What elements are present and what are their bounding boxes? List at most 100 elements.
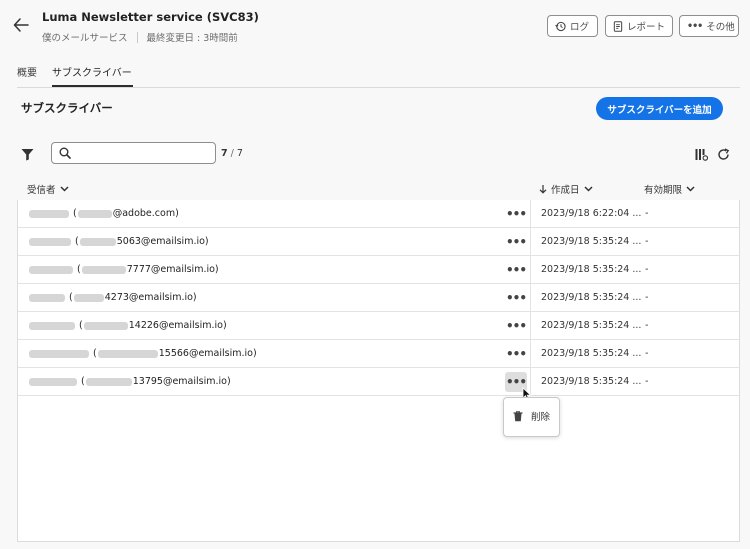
column-settings-button[interactable] bbox=[695, 146, 709, 161]
cell-divider bbox=[530, 284, 531, 312]
row-actions-button[interactable]: ••• bbox=[505, 260, 527, 280]
redacted-name bbox=[29, 321, 75, 330]
log-button-label: ログ bbox=[570, 22, 590, 33]
expiry-date: - bbox=[645, 376, 649, 387]
created-date: 2023/9/18 5:35:24 ... bbox=[541, 348, 642, 359]
history-icon bbox=[555, 21, 566, 31]
recipient-cell: (7777@emailsim.io) bbox=[28, 264, 219, 275]
count-separator: / bbox=[230, 148, 234, 159]
service-meta: 僕のメールサービス 最終変更日 : 3時間前 bbox=[42, 30, 238, 44]
created-date: 2023/9/18 5:35:24 ... bbox=[541, 236, 642, 247]
recipient-cell: (4273@emailsim.io) bbox=[28, 292, 197, 303]
table-row[interactable]: (@adobe.com) ••• 2023/9/18 6:22:04 ... - bbox=[18, 200, 739, 228]
arrow-left-icon bbox=[13, 18, 29, 32]
search-field[interactable] bbox=[51, 142, 216, 164]
delete-label: 削除 bbox=[531, 412, 551, 423]
active-tab-indicator bbox=[52, 85, 133, 87]
refresh-button[interactable] bbox=[717, 146, 731, 160]
table-row[interactable]: (14226@emailsim.io) ••• 2023/9/18 5:35:2… bbox=[18, 312, 739, 340]
redacted-email-prefix bbox=[85, 377, 132, 386]
expiry-date: - bbox=[645, 348, 649, 359]
expiry-date: - bbox=[645, 264, 649, 275]
redacted-name bbox=[29, 293, 65, 302]
table-row[interactable]: (5063@emailsim.io) ••• 2023/9/18 5:35:24… bbox=[18, 228, 739, 256]
refresh-icon bbox=[718, 148, 730, 160]
column-header-created-label: 作成日 bbox=[551, 185, 580, 196]
ellipsis-icon: ••• bbox=[505, 235, 527, 249]
divider bbox=[136, 31, 138, 43]
column-header-created[interactable]: 作成日 bbox=[539, 182, 593, 196]
add-subscriber-button[interactable]: サブスクライバーを追加 bbox=[596, 97, 723, 120]
row-actions-button[interactable]: ••• bbox=[505, 204, 527, 224]
report-icon bbox=[613, 20, 623, 32]
column-header-expiry[interactable]: 有効期限 bbox=[644, 182, 695, 196]
created-date: 2023/9/18 5:35:24 ... bbox=[541, 320, 642, 331]
column-header-recipient[interactable]: 受信者 bbox=[27, 182, 69, 196]
redacted-name bbox=[29, 209, 69, 218]
expiry-date: - bbox=[645, 292, 649, 303]
ellipsis-icon: ••• bbox=[687, 20, 703, 32]
redacted-email-prefix bbox=[77, 209, 112, 218]
trash-icon bbox=[513, 410, 523, 421]
table-row[interactable]: (7777@emailsim.io) ••• 2023/9/18 5:35:24… bbox=[18, 256, 739, 284]
cell-divider bbox=[530, 256, 531, 284]
more-button-label: その他 bbox=[706, 22, 735, 33]
last-modified: 最終変更日 : 3時間前 bbox=[146, 33, 238, 44]
chevron-down-icon bbox=[59, 186, 69, 192]
created-date: 2023/9/18 5:35:24 ... bbox=[541, 376, 642, 387]
expiry-date: - bbox=[645, 320, 649, 331]
back-button[interactable] bbox=[10, 14, 32, 36]
cell-divider bbox=[530, 340, 531, 368]
ellipsis-icon: ••• bbox=[505, 263, 527, 277]
row-actions-button[interactable]: ••• bbox=[505, 316, 527, 336]
ellipsis-icon: ••• bbox=[505, 319, 527, 333]
tab-overview[interactable]: 概要 bbox=[17, 64, 37, 79]
page-header: Luma Newsletter service (SVC83) 僕のメールサービ… bbox=[0, 0, 750, 56]
tab-bar: 概要 サブスクライバー bbox=[17, 59, 740, 88]
ellipsis-icon: ••• bbox=[505, 347, 527, 361]
row-actions-button[interactable]: ••• bbox=[505, 232, 527, 252]
search-input[interactable] bbox=[78, 145, 212, 161]
recipient-email: 14226@emailsim.io) bbox=[128, 320, 227, 331]
result-count: 7/7 bbox=[221, 148, 243, 159]
tab-subscribers[interactable]: サブスクライバー bbox=[52, 64, 132, 79]
delete-menu-item[interactable]: 削除 bbox=[508, 403, 556, 429]
recipient-email: @adobe.com bbox=[112, 208, 176, 219]
redacted-email-prefix bbox=[73, 293, 104, 302]
table-row[interactable]: (13795@emailsim.io) ••• 2023/9/18 5:35:2… bbox=[18, 368, 739, 396]
column-settings-icon bbox=[695, 149, 709, 161]
table-row[interactable]: (15566@emailsim.io) ••• 2023/9/18 5:35:2… bbox=[18, 340, 739, 368]
row-actions-menu: 削除 bbox=[503, 397, 560, 437]
subscribers-table: (@adobe.com) ••• 2023/9/18 6:22:04 ... -… bbox=[17, 200, 740, 542]
recipient-email: 15566@emailsim.io) bbox=[158, 348, 257, 359]
created-date: 2023/9/18 5:35:24 ... bbox=[541, 292, 642, 303]
ellipsis-icon: ••• bbox=[505, 207, 527, 221]
recipient-cell: (14226@emailsim.io) bbox=[28, 320, 227, 331]
more-button[interactable]: ••• その他 bbox=[679, 15, 739, 37]
filter-button[interactable] bbox=[21, 146, 35, 161]
search-icon bbox=[59, 147, 71, 159]
recipient-cell: (@adobe.com) bbox=[28, 208, 179, 219]
redacted-name bbox=[29, 237, 71, 246]
ellipsis-icon: ••• bbox=[505, 291, 527, 305]
redacted-name bbox=[29, 377, 77, 386]
shown-count: 7 bbox=[221, 148, 228, 159]
redacted-email-prefix bbox=[81, 265, 126, 274]
service-title: Luma Newsletter service (SVC83) bbox=[42, 10, 259, 24]
recipient-cell: (13795@emailsim.io) bbox=[28, 376, 231, 387]
chevron-down-icon bbox=[583, 186, 593, 192]
redacted-email-prefix bbox=[97, 349, 158, 358]
created-date: 2023/9/18 5:35:24 ... bbox=[541, 264, 642, 275]
table-row[interactable]: (4273@emailsim.io) ••• 2023/9/18 5:35:24… bbox=[18, 284, 739, 312]
redacted-name bbox=[29, 265, 73, 274]
total-count: 7 bbox=[236, 148, 243, 159]
chevron-down-icon bbox=[686, 186, 695, 192]
row-actions-button[interactable]: ••• bbox=[505, 344, 527, 364]
expiry-date: - bbox=[645, 208, 649, 219]
expiry-date: - bbox=[645, 236, 649, 247]
log-button[interactable]: ログ bbox=[547, 15, 598, 37]
column-header-recipient-label: 受信者 bbox=[27, 185, 56, 196]
redacted-email-prefix bbox=[79, 237, 116, 246]
report-button[interactable]: レポート bbox=[605, 15, 673, 37]
row-actions-button[interactable]: ••• bbox=[505, 288, 527, 308]
